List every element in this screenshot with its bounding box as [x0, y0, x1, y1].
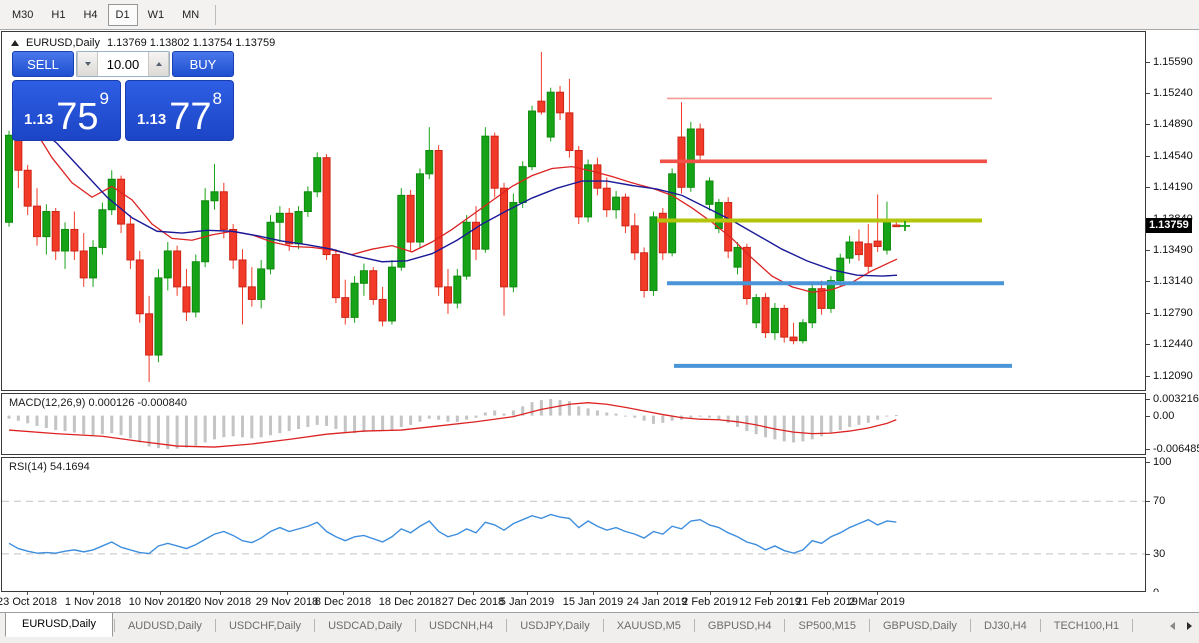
spin-down-icon	[84, 62, 91, 66]
price-axis-label: 1.15590	[1153, 55, 1193, 68]
tab-separator	[868, 619, 870, 632]
tab-audusd-daily[interactable]: AUDUSD,Daily	[116, 616, 214, 637]
macd-label: MACD(12,26,9) 0.000126 -0.000840	[9, 397, 187, 409]
tab-usdcnh-h4[interactable]: USDCNH,H4	[417, 616, 505, 637]
scroll-left-icon[interactable]	[1170, 622, 1175, 630]
tab-separator	[969, 619, 971, 632]
price-panel: EURUSD,Daily 1.13769 1.13802 1.13754 1.1…	[1, 31, 1146, 391]
price-axis-label: 1.14190	[1153, 181, 1193, 194]
mt4-window: M30 H1 H4 D1 W1 MN EURUSD,Daily 1.13769 1.138…	[0, 0, 1199, 643]
macd-panel: MACD(12,26,9) 0.000126 -0.000840	[1, 393, 1146, 455]
price-axis-label: 1.12790	[1153, 306, 1193, 319]
rsi-label: RSI(14) 54.1694	[9, 461, 90, 473]
tab-gbpusd-h4[interactable]: GBPUSD,H4	[696, 616, 784, 637]
buy-button[interactable]: BUY	[172, 51, 234, 77]
tab-separator	[1132, 619, 1134, 632]
tab-separator	[314, 619, 316, 632]
rsi-axis-label: 70	[1153, 495, 1166, 508]
sell-price-prefix: 1.13	[24, 111, 54, 128]
tab-gbpusd-daily[interactable]: GBPUSD,Daily	[871, 616, 969, 637]
tab-dj30-h4[interactable]: DJ30,H4	[972, 616, 1039, 637]
date-label: 2 Mar 2019	[849, 596, 905, 608]
buy-price-big: 77	[169, 95, 212, 138]
tab-scroll-controls	[1170, 622, 1192, 630]
toolbar-divider	[215, 4, 217, 25]
date-axis: 23 Oct 2018 1 Nov 2018 10 Nov 2018 20 Nov 2…	[0, 592, 1199, 612]
tab-separator	[602, 619, 604, 632]
buy-price-sup: 8	[212, 89, 222, 108]
tab-separator	[506, 619, 508, 632]
sell-price-sup: 9	[99, 89, 109, 108]
tf-button-h1[interactable]: H1	[43, 4, 73, 26]
buy-price-prefix: 1.13	[137, 111, 167, 128]
buy-price-box[interactable]: 1.13 77 8	[125, 80, 234, 141]
rsi-axis-label: 100	[1153, 455, 1172, 468]
tf-button-h4[interactable]: H4	[75, 4, 105, 26]
tab-separator	[693, 619, 695, 632]
tab-usdchf-daily[interactable]: USDCHF,Daily	[217, 616, 313, 637]
chart-title: EURUSD,Daily 1.13769 1.13802 1.13754 1.1…	[11, 37, 275, 49]
timeframe-toolbar: M30 H1 H4 D1 W1 MN	[0, 0, 1199, 30]
tab-xauusd-m5[interactable]: XAUUSD,M5	[605, 616, 693, 637]
sell-button[interactable]: SELL	[12, 51, 74, 77]
price-axis-label: 1.14540	[1153, 149, 1193, 162]
tf-button-w1[interactable]: W1	[140, 4, 173, 26]
price-axis-label: 1.15240	[1153, 87, 1193, 100]
tab-separator	[1039, 619, 1041, 632]
tab-separator	[784, 619, 786, 632]
tf-button-mn[interactable]: MN	[174, 4, 207, 26]
rsi-canvas[interactable]	[2, 458, 1145, 591]
rsi-axis-label: 30	[1153, 547, 1166, 560]
macd-axis-label: 0.003216	[1153, 393, 1199, 405]
price-axis-label: 1.13490	[1153, 244, 1193, 257]
spin-up-icon	[155, 62, 162, 66]
macd-axis-label: -0.006485	[1153, 443, 1199, 456]
one-click-trading-panel: SELL 10.00 BUY 1.13 75 9 1.13 77 8	[12, 51, 234, 141]
collapse-arrow-icon[interactable]	[11, 40, 19, 46]
price-axis: 1.155901.152401.148901.145401.141901.138…	[1146, 31, 1199, 599]
volume-input[interactable]: 10.00	[98, 52, 148, 76]
tab-sp500-m15[interactable]: SP500,M15	[786, 616, 867, 637]
price-axis-label: 1.12440	[1153, 338, 1193, 351]
chart-symbol-label: EURUSD,Daily	[26, 37, 100, 49]
current-price-tag: 1.13759	[1146, 217, 1192, 233]
price-axis-label: 1.13140	[1153, 275, 1193, 288]
tab-separator	[113, 619, 115, 632]
chart-ohlc-values: 1.13769 1.13802 1.13754 1.13759	[106, 37, 276, 49]
rsi-panel: RSI(14) 54.1694	[1, 457, 1146, 592]
sell-price-big: 75	[56, 95, 99, 138]
tab-usdcad-daily[interactable]: USDCAD,Daily	[316, 616, 414, 637]
volume-spinner: 10.00	[76, 51, 170, 77]
timeframe-buttons: M30 H1 H4 D1 W1 MN	[3, 3, 208, 26]
scroll-right-icon[interactable]	[1187, 622, 1192, 630]
chart-tab-bar: EURUSD,Daily AUDUSD,Daily USDCHF,Daily USDC…	[0, 612, 1199, 643]
volume-increase-button[interactable]	[148, 52, 169, 76]
sell-price-box[interactable]: 1.13 75 9	[12, 80, 121, 141]
tf-button-m30[interactable]: M30	[4, 4, 41, 26]
tab-eurusd-daily[interactable]: EURUSD,Daily	[5, 613, 113, 637]
tab-u[interactable]: U	[1134, 616, 1140, 637]
tab-usdjpy-daily[interactable]: USDJPY,Daily	[508, 616, 602, 637]
tab-tech100-h1[interactable]: TECH100,H1	[1042, 616, 1131, 637]
chart-tabs: EURUSD,Daily AUDUSD,Daily USDCHF,Daily USDC…	[0, 613, 1140, 637]
macd-axis-label: 0.00	[1153, 409, 1175, 422]
tf-button-d1[interactable]: D1	[107, 3, 138, 26]
volume-decrease-button[interactable]	[77, 52, 98, 76]
price-axis-label: 1.12090	[1153, 369, 1193, 382]
price-axis-label: 1.14890	[1153, 118, 1193, 131]
tab-separator	[214, 619, 216, 632]
tab-separator	[415, 619, 417, 632]
